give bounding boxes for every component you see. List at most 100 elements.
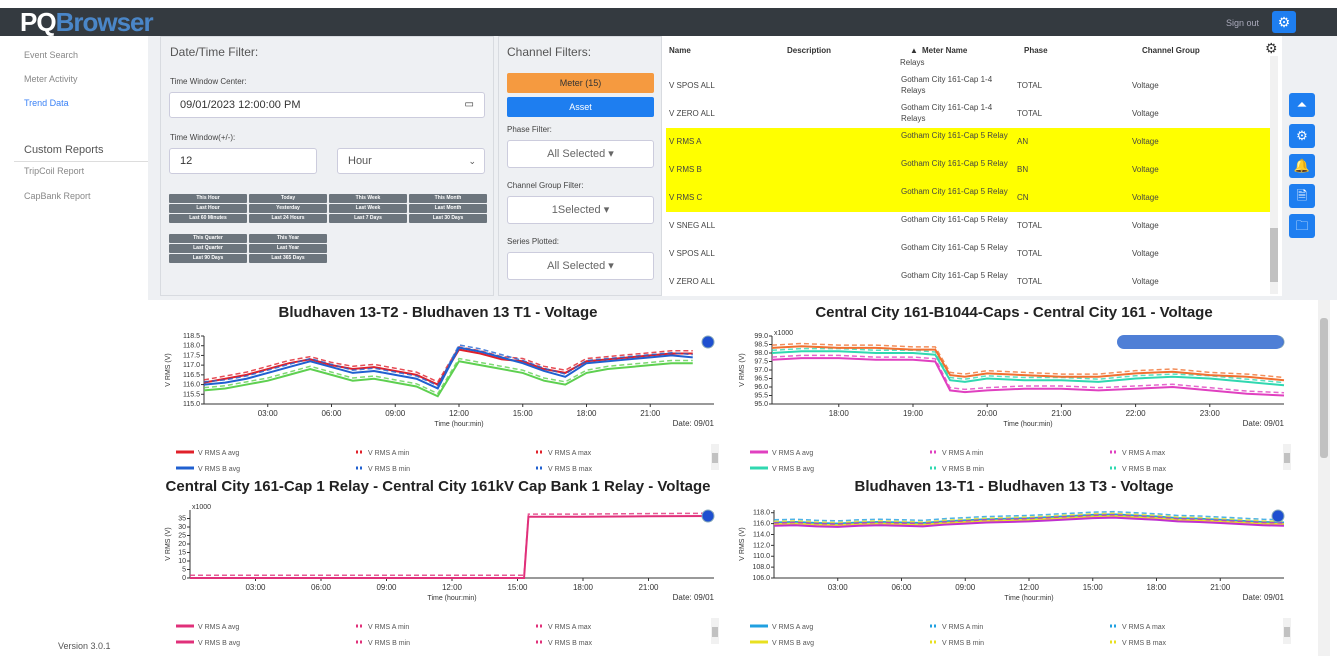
legend-label: V RMS B max xyxy=(548,466,592,473)
sidebar-item-meter-activity[interactable]: Meter Activity xyxy=(24,74,78,84)
phase-filter-dropdown[interactable]: All Selected ▾ xyxy=(507,140,654,168)
table-row[interactable]: V ZERO ALL Gotham City 161-Cap 5 Relay TOT… xyxy=(666,268,1270,296)
table-cell-name: V ZERO ALL xyxy=(669,277,715,286)
gear-icon[interactable]: ⚙ xyxy=(1265,40,1278,57)
x-tick-label: 21:00 xyxy=(1210,583,1231,592)
quick-range-button[interactable]: Last Quarter xyxy=(169,244,247,253)
channel-group-filter-label: Channel Group Filter: xyxy=(507,181,584,190)
y-tick-label: 20 xyxy=(178,541,186,548)
table-cell-phase: AN xyxy=(1017,137,1029,146)
quick-range-button[interactable]: Last Week xyxy=(329,204,407,213)
quick-range-button[interactable]: Last 90 Days xyxy=(169,254,247,263)
table-scrollbar-thumb[interactable] xyxy=(1270,228,1278,282)
legend-label: V RMS A max xyxy=(1122,624,1166,631)
quick-range-button[interactable]: Last 24 Hours xyxy=(249,214,327,223)
y-tick-label: 97.5 xyxy=(754,359,768,366)
sidebar-item-event-search[interactable]: Event Search xyxy=(24,50,78,60)
settings-side-button[interactable]: ⚙ xyxy=(1289,124,1315,148)
date-label: Date: 09/01 xyxy=(1243,419,1285,428)
column-header-phase[interactable]: Phase xyxy=(1024,46,1048,55)
legend-label: V RMS B max xyxy=(1122,466,1166,473)
asset-button[interactable]: Asset xyxy=(507,97,654,117)
legend-scrollbar-thumb xyxy=(712,627,718,637)
legend-label: V RMS A min xyxy=(942,450,983,457)
legend-label: V RMS B min xyxy=(942,466,984,473)
time-window-input[interactable]: 12 xyxy=(169,148,317,174)
quick-range-button[interactable]: This Quarter xyxy=(169,234,247,243)
sign-out-link[interactable]: Sign out xyxy=(1226,17,1259,29)
x-tick-label: 15:00 xyxy=(513,409,534,418)
collapse-button[interactable]: ⏶ xyxy=(1289,93,1315,117)
quick-range-button[interactable]: Yesterday xyxy=(249,204,327,213)
quick-range-button[interactable]: Last 365 Days xyxy=(249,254,327,263)
app-logo[interactable]: PQBrowser xyxy=(20,8,154,36)
table-row[interactable]: V SPOS ALL Gotham City 161-Cap 1-4 Relays… xyxy=(666,72,1270,100)
table-row[interactable]: V SNEG ALL Gotham City 161-Cap 5 Relay TOT… xyxy=(666,212,1270,240)
time-window-label: Time Window(+/-): xyxy=(170,133,236,142)
table-cell-phase: TOTAL xyxy=(1017,249,1043,258)
chart4-plot[interactable]: 106.0 108.0 110.0 112.0 114.0 116.0 118.0 03:00… xyxy=(734,502,1294,652)
time-window-center-input[interactable]: 09/01/2023 12:00:00 PM ▭ xyxy=(169,92,485,118)
quick-range-button[interactable]: Last Year xyxy=(249,244,327,253)
chart2-plot[interactable]: 95.095.5 96.096.5 97.097.5 98.098.5 99.0 18:0… xyxy=(734,328,1294,478)
y-tick-label: 114.0 xyxy=(753,531,770,538)
quick-range-button[interactable]: This Hour xyxy=(169,194,247,203)
y-tick-label: 25 xyxy=(178,533,186,540)
y-tick-label: 97.0 xyxy=(754,367,768,374)
time-window-unit-value: Hour xyxy=(348,155,372,167)
gear-icon: ⚙ xyxy=(1277,14,1291,30)
quick-range-button[interactable]: Last 7 Days xyxy=(329,214,407,223)
open-folder-button[interactable]: 🗀 xyxy=(1289,214,1315,238)
y-tick-label: 116.5 xyxy=(183,372,200,379)
table-cell-phase: CN xyxy=(1017,193,1029,202)
page-scrollbar-thumb[interactable] xyxy=(1320,318,1328,458)
sidebar-divider xyxy=(14,161,148,162)
calendar-icon[interactable]: ▭ xyxy=(465,93,474,117)
legend-label: V RMS B max xyxy=(1122,640,1166,647)
chart1-plot[interactable]: 115.0 115.5 116.0 116.5 117.0 117.5 118.0 118.5… xyxy=(160,328,720,478)
quick-range-button[interactable]: Today xyxy=(249,194,327,203)
sidebar-item-capbank-report[interactable]: CapBank Report xyxy=(24,191,91,201)
series-plotted-dropdown[interactable]: All Selected ▾ xyxy=(507,252,654,280)
table-row[interactable]: V ZERO ALL Gotham City 161-Cap 1-4 Relays… xyxy=(666,100,1270,128)
column-header-meter-name[interactable]: Meter Name xyxy=(922,46,967,55)
datetime-filter-panel: Date/Time Filter: Time Window Center: 09… xyxy=(160,36,494,296)
zoom-icon xyxy=(701,509,715,523)
table-row[interactable]: V RMS B Gotham City 161-Cap 5 Relay BN Volt… xyxy=(666,156,1270,184)
quick-range-button[interactable]: Last Hour xyxy=(169,204,247,213)
chart3-plot[interactable]: 05 1015 2025 3035 03:00 06:00 09:00 12:00 15:00 1… xyxy=(160,502,720,652)
quick-range-button[interactable]: Last 30 Days xyxy=(409,214,487,223)
settings-button[interactable]: ⚙ xyxy=(1272,11,1296,33)
chart-toolbar[interactable] xyxy=(1117,335,1283,349)
table-row[interactable]: V RMS A Gotham City 161-Cap 5 Relay AN Volt… xyxy=(666,128,1270,156)
sidebar-item-trend-data[interactable]: Trend Data xyxy=(24,98,69,108)
legend-label: V RMS B avg xyxy=(772,640,814,647)
table-cell-meter: Gotham City 161-Cap 5 Relay xyxy=(901,215,1008,224)
x-tick-label: 18:00 xyxy=(1146,583,1167,592)
export-file-button[interactable]: 🗎 xyxy=(1289,184,1315,208)
table-row[interactable]: V RMS C Gotham City 161-Cap 5 Relay CN Volt… xyxy=(666,184,1270,212)
channel-group-filter-dropdown[interactable]: 1Selected ▾ xyxy=(507,196,654,224)
table-cell-name: V RMS B xyxy=(669,165,702,174)
meter-button[interactable]: Meter (15) xyxy=(507,73,654,93)
time-window-unit-select[interactable]: Hour ⌄ xyxy=(337,148,485,174)
quick-range-button[interactable]: Last 60 Minutes xyxy=(169,214,247,223)
x-tick-label: 15:00 xyxy=(507,583,528,592)
column-header-name[interactable]: Name xyxy=(669,46,691,55)
quick-range-button[interactable]: This Week xyxy=(329,194,407,203)
notifications-button[interactable]: 🔔 xyxy=(1289,154,1315,178)
series-line xyxy=(771,357,1285,397)
quick-range-button[interactable]: Last Month xyxy=(409,204,487,213)
partial-row-meter: Relays xyxy=(900,58,925,67)
series-plotted-label: Series Plotted: xyxy=(507,237,560,246)
quick-range-button[interactable]: This Year xyxy=(249,234,327,243)
multiplier-label: x1000 xyxy=(774,330,793,337)
quick-range-button[interactable]: This Month xyxy=(409,194,487,203)
table-row[interactable]: V SPOS ALL Gotham City 161-Cap 5 Relay TOT… xyxy=(666,240,1270,268)
sidebar-item-tripcoil-report[interactable]: TripCoil Report xyxy=(24,166,84,176)
legend-scrollbar-thumb xyxy=(1284,453,1290,463)
x-axis-label: Time (hour:min) xyxy=(427,595,476,602)
column-header-channel-group[interactable]: Channel Group xyxy=(1142,46,1200,55)
column-header-description[interactable]: Description xyxy=(787,46,831,55)
y-tick-label: 115.5 xyxy=(183,391,200,398)
